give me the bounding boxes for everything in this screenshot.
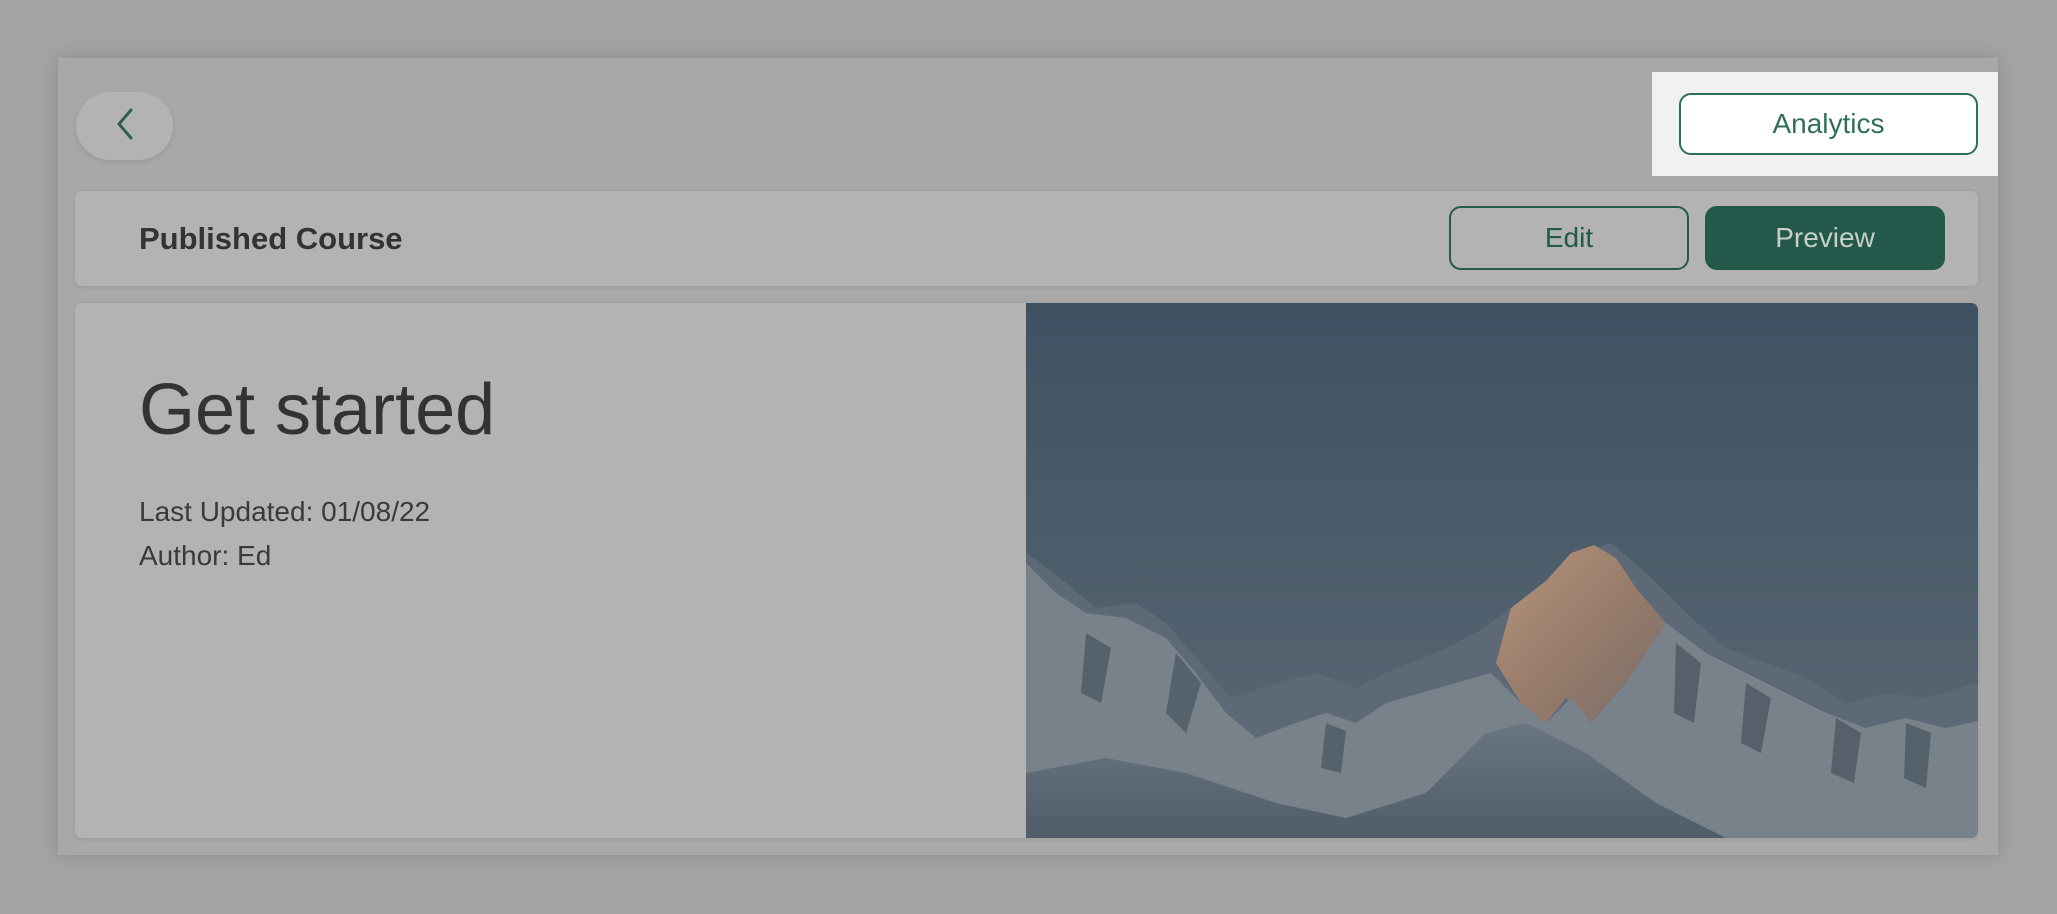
course-headline: Get started — [139, 370, 496, 450]
course-info-panel: Get started Last Updated: 01/08/22 Autho… — [75, 303, 1026, 838]
course-status-title: Published Course — [139, 220, 403, 256]
preview-button[interactable]: Preview — [1705, 206, 1945, 270]
edit-button[interactable]: Edit — [1449, 206, 1689, 270]
page: Analytics Published Course Edit Preview … — [0, 0, 2057, 914]
mountain-peak-image — [1026, 303, 1978, 838]
back-button[interactable] — [76, 92, 173, 160]
chevron-left-icon — [114, 107, 136, 146]
course-content: Get started Last Updated: 01/08/22 Autho… — [75, 303, 1978, 838]
last-updated-text: Last Updated: 01/08/22 — [139, 496, 431, 527]
course-card: Analytics Published Course Edit Preview … — [58, 58, 1998, 855]
author-text: Author: Ed — [139, 540, 272, 571]
course-status-bar: Published Course Edit Preview — [75, 191, 1978, 286]
course-meta: Last Updated: 01/08/22 Author: Ed — [139, 490, 430, 578]
analytics-button[interactable]: Analytics — [1679, 93, 1978, 155]
